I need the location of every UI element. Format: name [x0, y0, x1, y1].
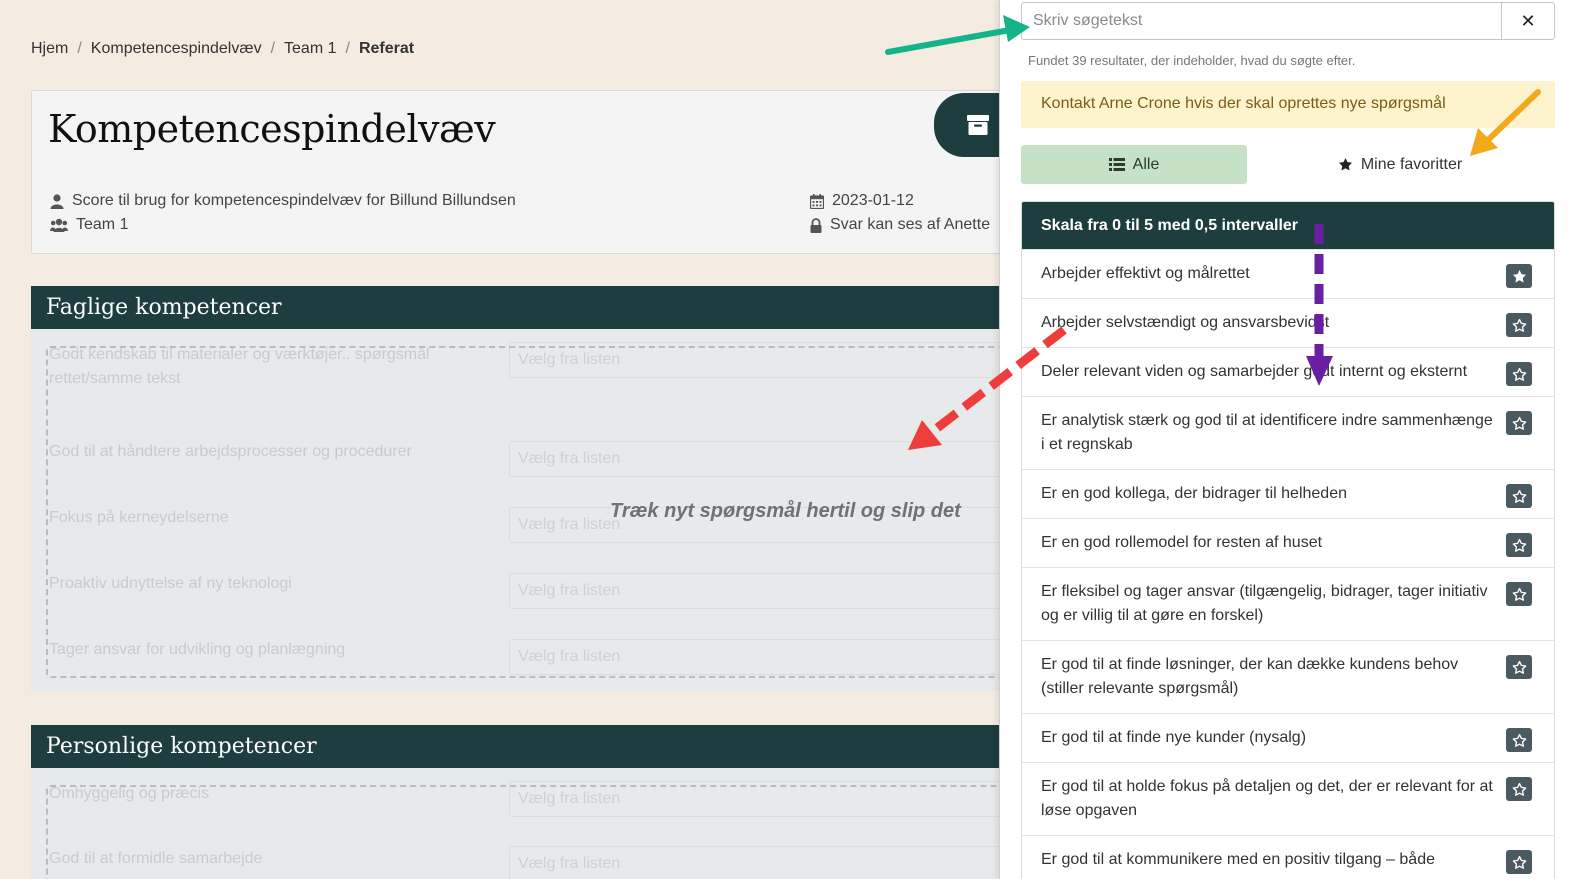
star-icon — [1512, 416, 1526, 430]
search-result-count: Fundet 39 resultater, der indeholder, hv… — [1028, 53, 1356, 68]
star-icon — [1512, 660, 1526, 674]
question-list-item-text: Er analytisk stærk og god til at identif… — [1041, 412, 1493, 453]
favorite-toggle-button[interactable] — [1506, 484, 1532, 508]
question-list-item-text: Er god til at finde nye kunder (nysalg) — [1041, 729, 1307, 746]
favorite-toggle-button[interactable] — [1506, 313, 1532, 337]
question-list-item[interactable]: Arbejder effektivt og målrettet — [1022, 249, 1554, 298]
info-alert: Kontakt Arne Crone hvis der skal oprette… — [1021, 81, 1555, 128]
question-list-item[interactable]: Er god til at finde nye kunder (nysalg) — [1022, 713, 1554, 762]
star-icon — [1512, 587, 1526, 601]
breadcrumb-separator: / — [345, 40, 350, 57]
question-list-item-text: Er en god rollemodel for resten af huset — [1041, 534, 1323, 551]
breadcrumb-separator: / — [77, 40, 82, 57]
favorite-toggle-button[interactable] — [1506, 728, 1532, 752]
question-library-panel: ✕ Fundet 39 resultater, der indeholder, … — [999, 0, 1592, 879]
tab-favorites-label: Mine favoritter — [1360, 155, 1463, 173]
question-list-item-text: Deler relevant viden og samarbejder godt… — [1041, 363, 1468, 380]
users-icon — [50, 218, 68, 232]
star-icon — [1512, 489, 1526, 503]
question-list-item-text: Arbejder effektivt og målrettet — [1041, 265, 1250, 282]
team-meta: Team 1 — [50, 216, 128, 234]
star-icon — [1512, 269, 1526, 282]
question-list: Skala fra 0 til 5 med 0,5 intervaller Ar… — [1021, 201, 1555, 879]
favorite-toggle-button[interactable] — [1506, 362, 1532, 386]
breadcrumb-team[interactable]: Team 1 — [284, 40, 336, 58]
header-card: Kompetencespindelvæv Score til brug for … — [31, 90, 1022, 254]
question-list-item[interactable]: Er analytisk stærk og god til at identif… — [1022, 396, 1554, 469]
archive-icon — [967, 115, 989, 135]
question-list-item[interactable]: Er fleksibel og tager ansvar (tilgængeli… — [1022, 567, 1554, 640]
question-list-item[interactable]: Arbejder selvstændigt og ansvarsbevidst — [1022, 298, 1554, 347]
question-list-item[interactable]: Er god til at finde løsninger, der kan d… — [1022, 640, 1554, 713]
star-icon — [1512, 367, 1526, 381]
question-list-item[interactable]: Er god til at kommunikere med en positiv… — [1022, 835, 1554, 879]
star-icon — [1512, 538, 1526, 552]
star-icon — [1512, 782, 1526, 796]
question-list-item[interactable]: Er god til at holde fokus på detaljen og… — [1022, 762, 1554, 835]
drop-hint: Træk nyt spørgsmål hertil og slip det — [610, 500, 961, 522]
list-header: Skala fra 0 til 5 med 0,5 intervaller — [1022, 202, 1554, 249]
favorite-toggle-button[interactable] — [1506, 655, 1532, 679]
search-input[interactable] — [1022, 3, 1501, 39]
score-text: Score til brug for kompetencespindelvæv … — [72, 192, 516, 209]
page-title: Kompetencespindelvæv — [48, 107, 496, 151]
tab-favorites[interactable]: Mine favoritter — [1320, 145, 1480, 184]
breadcrumb-kompetencespindelvaev[interactable]: Kompetencespindelvæv — [91, 40, 262, 58]
breadcrumb-current: Referat — [358, 40, 415, 57]
question-list-item[interactable]: Deler relevant viden og samarbejder godt… — [1022, 347, 1554, 396]
section-body-personlige: Omhyggelig og præcis Vælg fra listen God… — [31, 768, 1029, 879]
star-icon — [1512, 318, 1526, 332]
visibility-meta: Svar kan ses af Anette — [810, 216, 990, 234]
favorite-toggle-button[interactable] — [1506, 264, 1532, 288]
tab-all[interactable]: Alle — [1021, 145, 1247, 184]
question-list-item-text: Er god til at holde fokus på detaljen og… — [1041, 778, 1493, 819]
user-icon — [50, 193, 64, 209]
question-list-item[interactable]: Er en god rollemodel for resten af huset — [1022, 518, 1554, 567]
star-icon — [1338, 157, 1352, 171]
question-list-item-text: Arbejder selvstændigt og ansvarsbevidst — [1041, 314, 1330, 331]
clear-search-button[interactable]: ✕ — [1501, 3, 1554, 39]
favorite-toggle-button[interactable] — [1506, 777, 1532, 801]
list-icon — [1108, 158, 1125, 171]
tab-all-label: Alle — [1132, 155, 1160, 173]
team-text: Team 1 — [76, 216, 129, 233]
favorite-toggle-button[interactable] — [1506, 850, 1532, 874]
search-box: ✕ — [1021, 2, 1555, 40]
section-header-personlige: Personlige kompetencer — [31, 725, 1021, 768]
question-list-item-text: Er god til at finde løsninger, der kan d… — [1041, 656, 1459, 697]
question-list-item-text: Er fleksibel og tager ansvar (tilgængeli… — [1041, 583, 1488, 624]
breadcrumb-separator: / — [270, 40, 276, 57]
star-icon — [1512, 733, 1526, 747]
calendar-icon — [810, 193, 824, 209]
favorite-toggle-button[interactable] — [1506, 582, 1532, 606]
question-list-item[interactable]: Er en god kollega, der bidrager til helh… — [1022, 469, 1554, 518]
lock-icon — [810, 217, 822, 233]
star-icon — [1512, 855, 1526, 869]
score-meta: Score til brug for kompetencespindelvæv … — [50, 192, 516, 210]
question-dropzone[interactable] — [46, 785, 1021, 879]
breadcrumb-home[interactable]: Hjem — [31, 40, 68, 58]
visibility-text: Svar kan ses af Anette — [830, 216, 991, 233]
section-header-faglige: Faglige kompetencer — [31, 286, 1021, 329]
favorite-toggle-button[interactable] — [1506, 533, 1532, 557]
breadcrumb: Hjem / Kompetencespindelvæv / Team 1 / R… — [31, 40, 414, 58]
question-list-item-text: Er en god kollega, der bidrager til helh… — [1041, 485, 1347, 502]
favorite-toggle-button[interactable] — [1506, 411, 1532, 435]
question-list-item-text: Er god til at kommunikere med en positiv… — [1041, 851, 1435, 868]
date-meta: 2023-01-12 — [810, 192, 914, 210]
date-text: 2023-01-12 — [832, 192, 914, 209]
